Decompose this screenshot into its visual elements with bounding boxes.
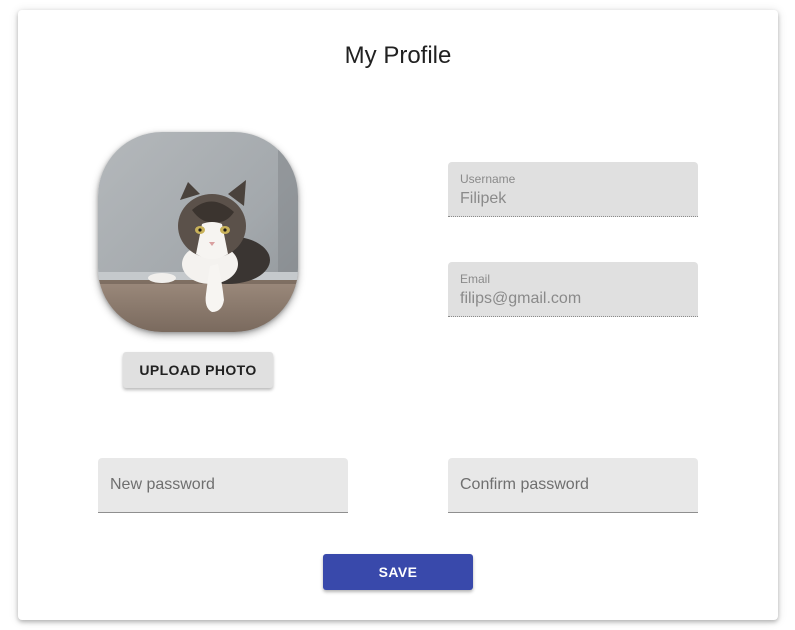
- confirm-password-field: [448, 458, 698, 513]
- save-button[interactable]: SAVE: [323, 554, 473, 590]
- email-value: filips@gmail.com: [460, 290, 582, 307]
- email-field[interactable]: Email filips@gmail.com: [448, 262, 698, 317]
- profile-avatar: [98, 132, 298, 332]
- username-field[interactable]: Username Filipek: [448, 162, 698, 217]
- cat-photo-image: [98, 132, 298, 332]
- page-title: My Profile: [344, 42, 452, 69]
- email-label: Email: [460, 272, 491, 286]
- username-value: Filipek: [460, 190, 507, 207]
- confirm-password-input[interactable]: [448, 458, 698, 512]
- profile-card: My Profile UPLOAD PHOTO Username Filipek…: [18, 10, 778, 620]
- upload-photo-button[interactable]: UPLOAD PHOTO: [123, 352, 273, 388]
- new-password-input[interactable]: [98, 458, 348, 512]
- username-label: Username: [460, 172, 516, 186]
- new-password-field: [98, 458, 348, 513]
